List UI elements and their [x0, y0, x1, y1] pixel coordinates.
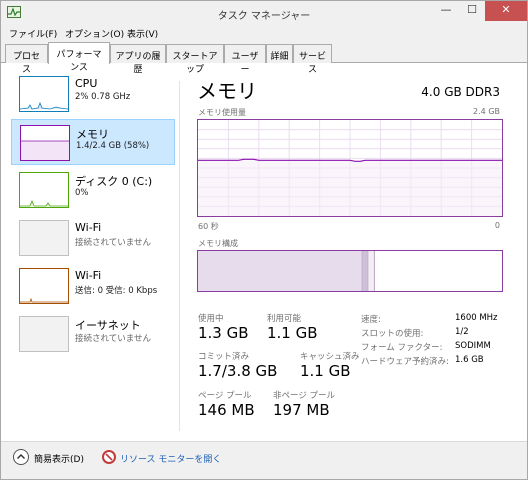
committed-label: コミット済み: [198, 352, 250, 362]
tab-users[interactable]: ユーザー: [224, 44, 266, 75]
nonpaged-pool-value: 197 MB: [273, 401, 330, 419]
memory-usage-graph: [197, 119, 503, 217]
graph-time-right: 0: [494, 221, 500, 230]
tab-startup[interactable]: スタートアップ: [166, 44, 224, 75]
ethernet-status: 接続されていません: [75, 334, 151, 344]
resource-monitor-icon[interactable]: [102, 450, 116, 464]
minimize-button[interactable]: —: [433, 1, 459, 21]
title-bar[interactable]: タスク マネージャー — ☐ ✕: [1, 1, 527, 25]
memory-spec: 4.0 GB DDR3: [421, 85, 500, 99]
resource-list: CPU 2% 0.78 GHz メモリ 1.4/2.4 GB (58%) ディス…: [9, 71, 177, 439]
wifi-2-label: Wi-Fi: [75, 269, 102, 282]
disk-label: ディスク 0 (C:): [75, 175, 153, 188]
memory-usage-max: 2.4 GB: [473, 107, 500, 116]
panel-divider: [179, 81, 180, 431]
tab-processes[interactable]: プロセス: [5, 44, 48, 75]
memory-usage-graph-svg: [198, 120, 502, 216]
memory-label: メモリ: [76, 128, 109, 141]
menu-file[interactable]: ファイル(F): [9, 27, 57, 40]
graph-time-left: 60 秒: [198, 222, 219, 231]
composition-modified: [362, 251, 369, 291]
resource-item-cpu[interactable]: CPU 2% 0.78 GHz: [11, 71, 175, 117]
resource-item-wifi-2[interactable]: Wi-Fi 送信: 0 受信: 0 Kbps: [11, 263, 175, 309]
tab-bar: プロセス パフォーマンス アプリの履歴 スタートアップ ユーザー 詳細 サービス: [1, 41, 527, 75]
resource-item-disk[interactable]: ディスク 0 (C:) 0%: [11, 167, 175, 213]
cpu-usage: 2% 0.78 GHz: [75, 92, 131, 102]
menu-options[interactable]: オプション(O): [65, 27, 124, 40]
available-label: 利用可能: [267, 314, 302, 324]
open-resource-monitor-link[interactable]: リソース モニターを開く: [120, 452, 221, 465]
ethernet-thumbnail-graph: [19, 316, 69, 352]
memory-usage: 1.4/2.4 GB (58%): [76, 141, 150, 151]
wifi-1-status: 接続されていません: [75, 238, 151, 248]
memory-composition-svg: [198, 251, 375, 291]
disk-usage: 0%: [75, 188, 89, 198]
menu-bar: ファイル(F) オプション(O) 表示(V): [1, 25, 527, 41]
cpu-thumbnail-graph: [19, 76, 69, 112]
cached-value: 1.1 GB: [300, 362, 351, 380]
footer-bar: 簡易表示(D) リソース モニターを開く: [1, 441, 527, 479]
memory-thumbnail-graph: [20, 125, 70, 161]
memory-composition-label: メモリ構成: [198, 239, 238, 248]
composition-in-use: [198, 251, 363, 291]
hardware-reserved-label: ハードウェア予約済み:: [361, 357, 449, 367]
paged-pool-value: 146 MB: [198, 401, 255, 419]
tab-performance[interactable]: パフォーマンス: [48, 42, 110, 73]
available-value: 1.1 GB: [267, 324, 318, 342]
memory-composition-bar: [197, 250, 503, 292]
wifi-1-thumbnail-graph: [19, 220, 69, 256]
form-factor-label: フォーム ファクター:: [361, 343, 443, 353]
memory-usage-label: メモリ使用量: [198, 108, 246, 117]
composition-standby: [368, 251, 375, 291]
speed-label: 速度:: [361, 315, 381, 325]
paged-pool-label: ページ プール: [198, 391, 252, 401]
cpu-label: CPU: [75, 77, 98, 90]
in-use-label: 使用中: [198, 314, 224, 324]
ethernet-label: イーサネット: [75, 319, 141, 332]
maximize-button[interactable]: ☐: [459, 1, 485, 21]
wifi-2-thumbnail-graph: [19, 268, 69, 304]
tab-app-history[interactable]: アプリの履歴: [110, 44, 166, 75]
speed-value: 1600 MHz: [455, 313, 498, 323]
resource-item-memory[interactable]: メモリ 1.4/2.4 GB (58%): [11, 119, 175, 165]
menu-view[interactable]: 表示(V): [127, 27, 158, 40]
fewer-details-chevron-icon[interactable]: [13, 449, 29, 465]
memory-heading: メモリ: [197, 79, 257, 103]
fewer-details-link[interactable]: 簡易表示(D): [34, 452, 84, 465]
committed-value: 1.7/3.8 GB: [198, 362, 278, 380]
resource-item-wifi-1[interactable]: Wi-Fi 接続されていません: [11, 215, 175, 261]
disk-thumbnail-graph: [19, 172, 69, 208]
tab-services[interactable]: サービス: [293, 44, 332, 75]
slots-value: 1/2: [455, 327, 469, 337]
cached-label: キャッシュ済み: [300, 352, 360, 362]
hardware-reserved-value: 1.6 GB: [455, 355, 484, 365]
close-button[interactable]: ✕: [485, 1, 527, 21]
tab-details[interactable]: 詳細: [266, 44, 293, 63]
memory-usage-area: [198, 160, 502, 216]
wifi-2-throughput: 送信: 0 受信: 0 Kbps: [75, 286, 158, 296]
resource-item-ethernet[interactable]: イーサネット 接続されていません: [11, 311, 175, 357]
form-factor-value: SODIMM: [455, 341, 491, 351]
nonpaged-pool-label: 非ページ プール: [273, 391, 336, 401]
slots-label: スロットの使用:: [361, 329, 424, 339]
wifi-1-label: Wi-Fi: [75, 221, 102, 234]
in-use-value: 1.3 GB: [198, 324, 249, 342]
task-manager-window: タスク マネージャー — ☐ ✕ ファイル(F) オプション(O) 表示(V) …: [0, 0, 528, 480]
